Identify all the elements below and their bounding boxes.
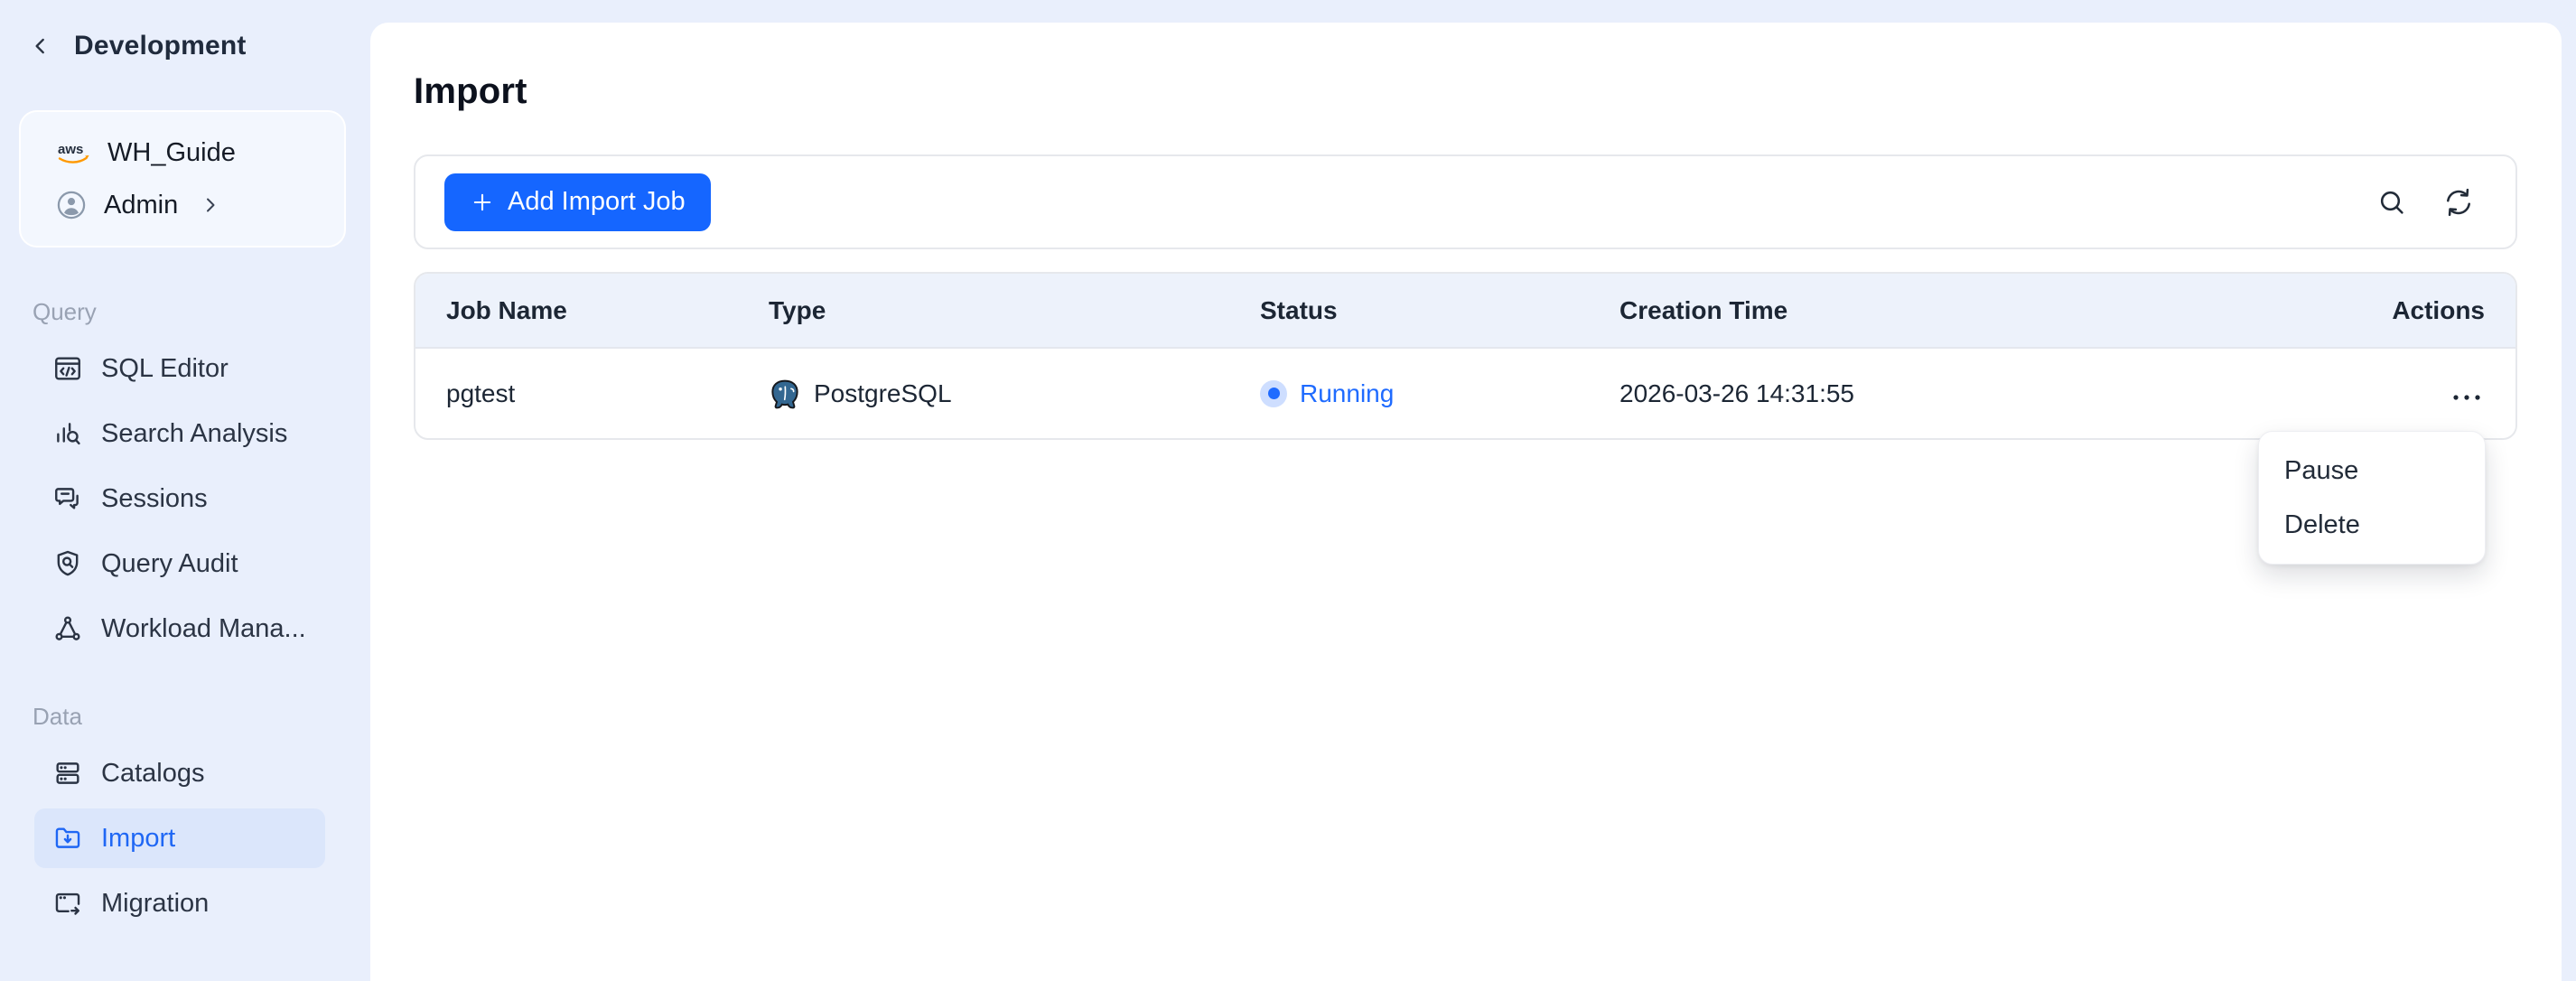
table-row: pgtest PostgreSQL [415, 348, 2515, 438]
query-audit-icon [52, 548, 83, 579]
toolbar: Add Import Job [414, 154, 2517, 249]
column-header-status: Status [1260, 274, 1619, 348]
sidebar-title: Development [74, 31, 247, 61]
column-header-creation-time: Creation Time [1619, 274, 2125, 348]
nav-section-label: Query [33, 298, 370, 326]
sidebar-item-label: Import [101, 824, 175, 854]
row-actions-menu: Pause Delete [2258, 431, 2486, 565]
toolbar-icons [2375, 185, 2476, 220]
sidebar-item-catalogs[interactable]: Catalogs [34, 743, 356, 803]
aws-logo-icon: aws [55, 139, 91, 166]
job-name-cell: pgtest [415, 348, 769, 438]
catalogs-icon [52, 758, 83, 789]
sidebar-header: Development [0, 0, 370, 61]
actions-cell [2125, 348, 2515, 438]
workspace-card: aws WH_Guide Admin [19, 110, 346, 248]
page-title: Import [414, 71, 2517, 112]
user-name: Admin [104, 191, 178, 220]
add-import-job-button[interactable]: Add Import Job [444, 173, 711, 231]
status-cell: Running [1260, 348, 1619, 438]
workspace-row[interactable]: aws WH_Guide [55, 128, 344, 177]
search-icon [2375, 186, 2408, 219]
sidebar-item-import[interactable]: Import [34, 808, 325, 868]
menu-item-pause[interactable]: Pause [2259, 444, 2485, 498]
refresh-icon [2442, 186, 2475, 219]
add-import-job-label: Add Import Job [508, 187, 686, 217]
user-row[interactable]: Admin [55, 181, 344, 229]
sidebar-item-query-audit[interactable]: Query Audit [34, 534, 356, 593]
svg-text:aws: aws [58, 142, 83, 157]
workload-management-icon [52, 613, 83, 644]
search-button[interactable] [2375, 185, 2409, 220]
nav-section-query: Query SQL Editor Search Analysis [0, 298, 370, 664]
sidebar-item-migration[interactable]: Migration [34, 874, 356, 933]
search-analysis-icon [52, 418, 83, 449]
import-folder-icon [52, 823, 83, 854]
sidebar-item-label: Migration [101, 889, 209, 919]
main-panel: Import Add Import Job [370, 23, 2562, 981]
sidebar-item-sql-editor[interactable]: SQL Editor [34, 339, 356, 398]
status-badge: Running [1300, 379, 1394, 408]
table-header-row: Job Name Type Status Creation Time Actio… [415, 274, 2515, 348]
sidebar: Development aws WH_Guide Admin [0, 0, 370, 981]
sidebar-item-label: Workload Mana... [101, 614, 306, 644]
sidebar-item-label: SQL Editor [101, 354, 229, 384]
row-actions-ellipsis-button[interactable] [2449, 388, 2485, 407]
ellipsis-icon [2450, 393, 2483, 402]
menu-item-delete[interactable]: Delete [2259, 498, 2485, 552]
chevron-right-icon [200, 194, 221, 216]
sidebar-item-search-analysis[interactable]: Search Analysis [34, 404, 356, 463]
nav-section-data: Data Catalogs Import [0, 703, 370, 939]
postgresql-icon [769, 378, 801, 410]
plus-icon [470, 190, 495, 215]
sidebar-item-sessions[interactable]: Sessions [34, 469, 356, 528]
user-avatar-icon [55, 189, 88, 221]
column-header-job-name: Job Name [415, 274, 769, 348]
sidebar-item-workload-management[interactable]: Workload Mana... [34, 599, 356, 659]
back-chevron-icon[interactable] [27, 33, 54, 60]
type-label: PostgreSQL [814, 379, 952, 408]
refresh-button[interactable] [2441, 185, 2476, 220]
sidebar-item-label: Search Analysis [101, 419, 287, 449]
nav-section-label: Data [33, 703, 370, 731]
sidebar-item-label: Catalogs [101, 759, 204, 789]
creation-time-cell: 2026-03-26 14:31:55 [1619, 348, 2125, 438]
status-running-dot [1260, 380, 1287, 407]
migration-icon [52, 888, 83, 919]
sidebar-item-label: Query Audit [101, 549, 238, 579]
type-cell: PostgreSQL [769, 348, 1260, 438]
import-jobs-table-card: Job Name Type Status Creation Time Actio… [414, 272, 2517, 440]
workspace-name: WH_Guide [107, 138, 236, 168]
import-jobs-table: Job Name Type Status Creation Time Actio… [415, 274, 2515, 438]
sessions-icon [52, 483, 83, 514]
sql-editor-icon [52, 353, 83, 384]
column-header-actions: Actions [2125, 274, 2515, 348]
column-header-type: Type [769, 274, 1260, 348]
sidebar-item-label: Sessions [101, 484, 208, 514]
